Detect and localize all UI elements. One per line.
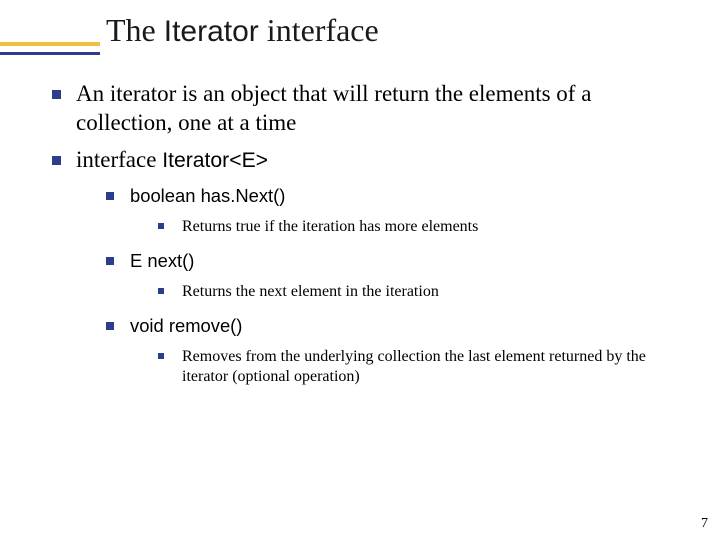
bullet-intro: An iterator is an object that will retur… [52, 80, 690, 138]
bullet-interface-code: Iterator<E> [162, 149, 268, 172]
method-hasnext-desc: Returns true if the iteration has more e… [158, 217, 690, 237]
title-part2: interface [259, 12, 379, 48]
bullet-interface-pre: interface [76, 147, 162, 172]
method-next-sig: E next() [130, 250, 194, 271]
slide: The Iterator interface An iterator is an… [0, 0, 720, 540]
method-hasnext-sig: boolean has.Next() [130, 185, 285, 206]
accent-bar-blue [0, 52, 100, 55]
slide-title: The Iterator interface [106, 12, 379, 49]
page-number: 7 [701, 516, 708, 532]
title-part1: The [106, 12, 164, 48]
bullet-interface: interface Iterator<E> boolean has.Next()… [52, 146, 690, 388]
method-remove: void remove() Removes from the underlyin… [106, 314, 690, 387]
slide-body: An iterator is an object that will retur… [52, 80, 690, 399]
method-next: E next() Returns the next element in the… [106, 249, 690, 302]
title-code: Iterator [164, 15, 259, 48]
title-accent-bars [0, 42, 100, 55]
method-hasnext-desc-text: Returns true if the iteration has more e… [182, 218, 478, 235]
method-remove-desc: Removes from the underlying collection t… [158, 347, 690, 387]
method-remove-desc-text: Removes from the underlying collection t… [182, 348, 646, 385]
method-remove-sig: void remove() [130, 315, 242, 336]
method-next-desc-text: Returns the next element in the iteratio… [182, 283, 439, 300]
method-hasnext: boolean has.Next() Returns true if the i… [106, 184, 690, 237]
method-next-desc: Returns the next element in the iteratio… [158, 282, 690, 302]
bullet-intro-text: An iterator is an object that will retur… [76, 81, 591, 135]
